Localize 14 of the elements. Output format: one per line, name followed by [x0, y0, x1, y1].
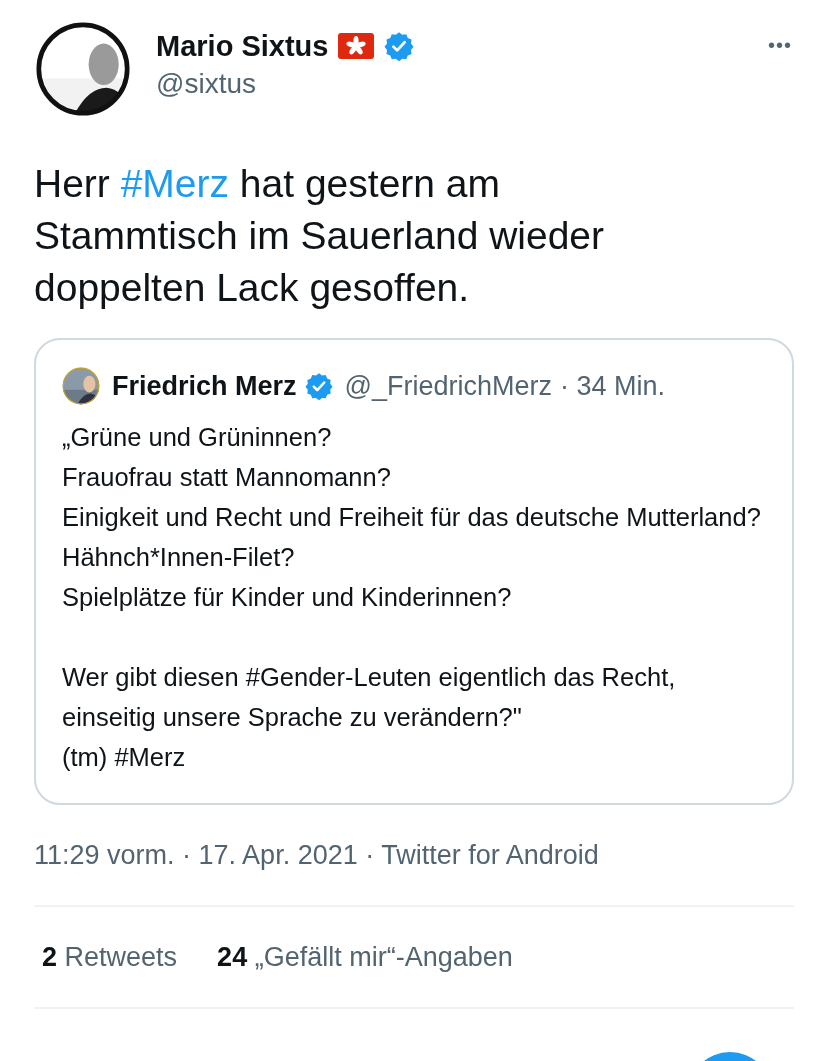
stat-link[interactable]: 2 Retweets [42, 936, 178, 977]
author-handle[interactable]: @sixtus [156, 66, 415, 102]
quoted-time: · 34 Min. [560, 370, 666, 403]
quoted-text: Wer gibt diesen #Gender-Leuten eigentlich das Recht, einseitig unsere Sprache zu verändern?" (tm) #Merz [62, 661, 677, 773]
stat-link[interactable]: 24 „Gefällt mir“-Angaben [217, 936, 513, 977]
quoted-author-handle: @_FriedrichMerz [344, 370, 552, 403]
more-button[interactable]: ••• [768, 30, 792, 60]
flag-icon [338, 33, 375, 59]
author-name[interactable]: Mario Sixtus [156, 28, 329, 64]
tweet-meta: 11:29 vorm. · 17. Apr. 2021 · Twitter for Android [33, 838, 600, 872]
quoted-author-name: Friedrich Merz [112, 370, 297, 403]
tweet-text: Herr #Merz hat gestern am Stammtisch im Sauerland wieder doppelten Lack gesoffen. [33, 161, 606, 311]
quoted-tweet-card[interactable] [34, 338, 794, 805]
quoted-text: „Grüne und Grüninnen? Frauofrau statt Mannomann? Einigkeit und Recht und Freiheit für das deutsche Mutterland? Hähnch*Innen-Filet? Spielplätze für Kinder und Kinderinnen? [62, 421, 762, 613]
